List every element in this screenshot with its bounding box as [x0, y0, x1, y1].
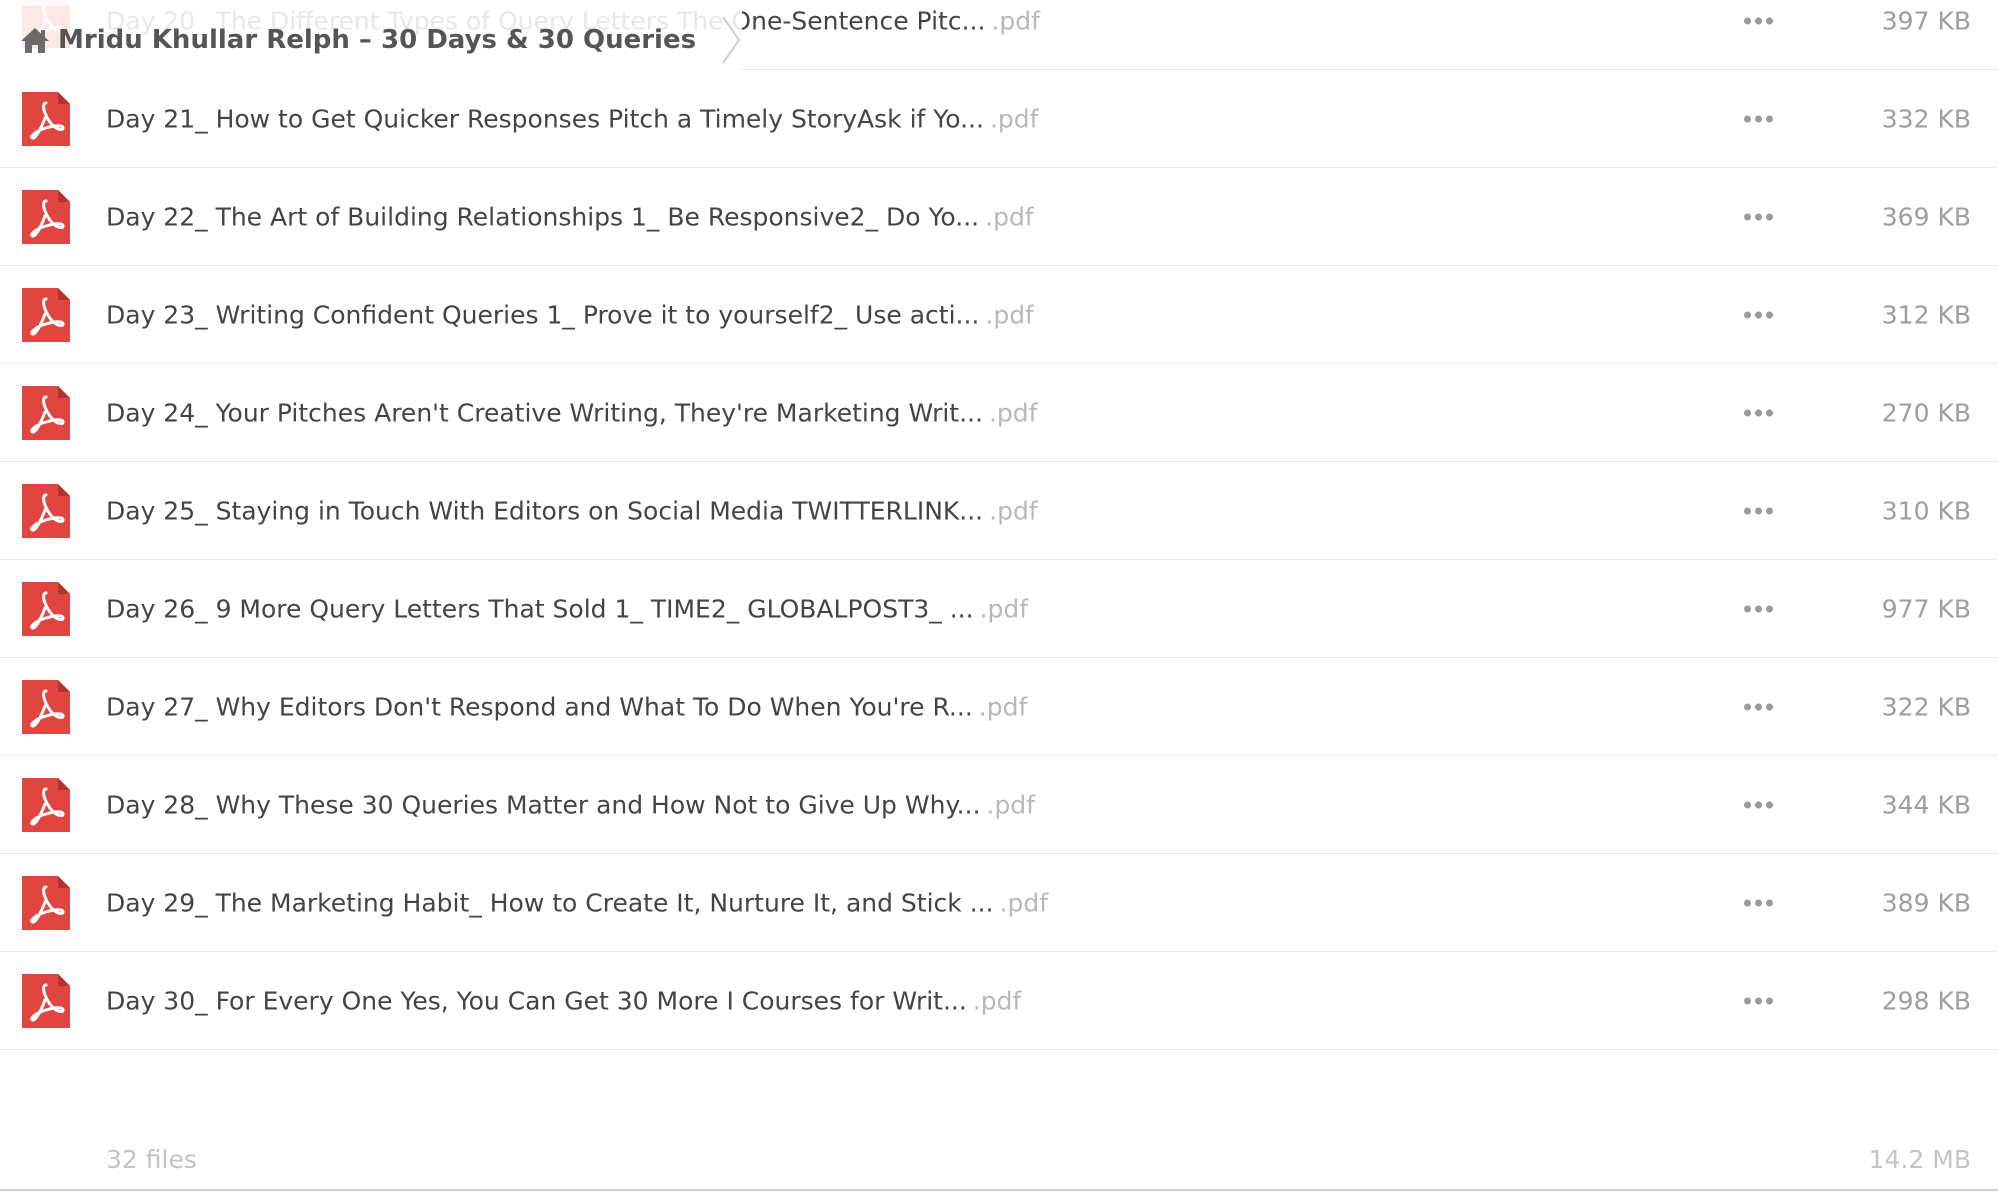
file-name[interactable]: Day 30_ For Every One Yes, You Can Get 3…	[106, 986, 967, 1015]
file-row[interactable]: Day 30_ For Every One Yes, You Can Get 3…	[0, 952, 1998, 1050]
file-name[interactable]: Day 28_ Why These 30 Queries Matter and …	[106, 790, 981, 819]
more-options-icon[interactable]	[1744, 115, 1773, 122]
more-options-icon[interactable]	[1744, 801, 1773, 808]
file-size: 312 KB	[1881, 300, 1971, 329]
more-options-icon[interactable]	[1744, 17, 1773, 24]
file-name[interactable]: Day 26_ 9 More Query Letters That Sold 1…	[106, 594, 974, 623]
file-extension: .pdf	[972, 986, 1022, 1015]
file-size: 298 KB	[1881, 986, 1971, 1015]
more-options-icon[interactable]	[1744, 213, 1773, 220]
file-size: 332 KB	[1881, 104, 1971, 133]
bottom-divider	[0, 1189, 1998, 1191]
file-row[interactable]: Day 22_ The Art of Building Relationship…	[0, 168, 1998, 266]
file-row[interactable]: Day 23_ Writing Confident Queries 1_ Pro…	[0, 266, 1998, 364]
file-extension: .pdf	[986, 790, 1036, 819]
file-size: 397 KB	[1881, 6, 1971, 35]
file-browser: Day 20_ The Different Types of Query Let…	[0, 0, 1998, 1194]
file-name[interactable]: Day 22_ The Art of Building Relationship…	[106, 202, 979, 231]
more-options-icon[interactable]	[1744, 605, 1773, 612]
file-row[interactable]: Day 26_ 9 More Query Letters That Sold 1…	[0, 560, 1998, 658]
file-list: Day 20_ The Different Types of Query Let…	[0, 0, 1998, 1050]
more-options-icon[interactable]	[1744, 703, 1773, 710]
file-count: 32 files	[106, 1145, 197, 1174]
file-row[interactable]: Day 27_ Why Editors Don't Respond and Wh…	[0, 658, 1998, 756]
more-options-icon[interactable]	[1744, 997, 1773, 1004]
total-size: 14.2 MB	[1868, 1145, 1971, 1174]
home-icon[interactable]	[18, 23, 52, 57]
file-size: 977 KB	[1881, 594, 1971, 623]
more-options-icon[interactable]	[1744, 507, 1773, 514]
chevron-right-icon	[722, 16, 741, 64]
file-extension: .pdf	[989, 496, 1038, 525]
file-name[interactable]: Day 23_ Writing Confident Queries 1_ Pro…	[106, 300, 979, 329]
more-options-icon[interactable]	[1744, 899, 1773, 906]
file-size: 389 KB	[1881, 888, 1971, 917]
file-size: 310 KB	[1881, 496, 1971, 525]
file-extension: .pdf	[979, 594, 1029, 623]
file-name[interactable]: Day 29_ The Marketing Habit_ How to Crea…	[106, 888, 994, 917]
pdf-file-icon	[22, 189, 70, 244]
file-name[interactable]: Day 27_ Why Editors Don't Respond and Wh…	[106, 692, 973, 721]
more-options-icon[interactable]	[1744, 311, 1773, 318]
file-extension: .pdf	[999, 888, 1049, 917]
pdf-file-icon	[22, 385, 70, 440]
file-size: 344 KB	[1881, 790, 1971, 819]
pdf-file-icon	[22, 679, 70, 734]
pdf-file-icon	[22, 777, 70, 832]
file-row[interactable]: Day 28_ Why These 30 Queries Matter and …	[0, 756, 1998, 854]
breadcrumb: Mridu Khullar Relph – 30 Days & 30 Queri…	[0, 0, 743, 80]
pdf-file-icon	[22, 973, 70, 1028]
more-options-icon[interactable]	[1744, 409, 1773, 416]
pdf-file-icon	[22, 287, 70, 342]
pdf-file-icon	[22, 91, 70, 146]
folder-summary: 32 files 14.2 MB	[0, 1145, 1998, 1185]
file-extension: .pdf	[988, 398, 1038, 427]
file-extension: .pdf	[991, 6, 1040, 35]
file-size: 369 KB	[1881, 202, 1971, 231]
file-row[interactable]: Day 29_ The Marketing Habit_ How to Crea…	[0, 854, 1998, 952]
breadcrumb-folder-title[interactable]: Mridu Khullar Relph – 30 Days & 30 Queri…	[58, 25, 696, 55]
file-size: 322 KB	[1881, 692, 1971, 721]
pdf-file-icon	[22, 483, 70, 538]
file-name[interactable]: Day 25_ Staying in Touch With Editors on…	[106, 496, 983, 525]
file-extension: .pdf	[985, 202, 1034, 231]
file-extension: .pdf	[978, 692, 1028, 721]
file-row[interactable]: Day 25_ Staying in Touch With Editors on…	[0, 462, 1998, 560]
pdf-file-icon	[22, 875, 70, 930]
file-extension: .pdf	[989, 104, 1039, 133]
file-size: 270 KB	[1881, 398, 1971, 427]
file-row[interactable]: Day 21_ How to Get Quicker Responses Pit…	[0, 70, 1998, 168]
file-name[interactable]: Day 24_ Your Pitches Aren't Creative Wri…	[106, 398, 983, 427]
file-name[interactable]: Day 21_ How to Get Quicker Responses Pit…	[106, 104, 984, 133]
pdf-file-icon	[22, 581, 70, 636]
file-row[interactable]: Day 24_ Your Pitches Aren't Creative Wri…	[0, 364, 1998, 462]
file-extension: .pdf	[985, 300, 1034, 329]
